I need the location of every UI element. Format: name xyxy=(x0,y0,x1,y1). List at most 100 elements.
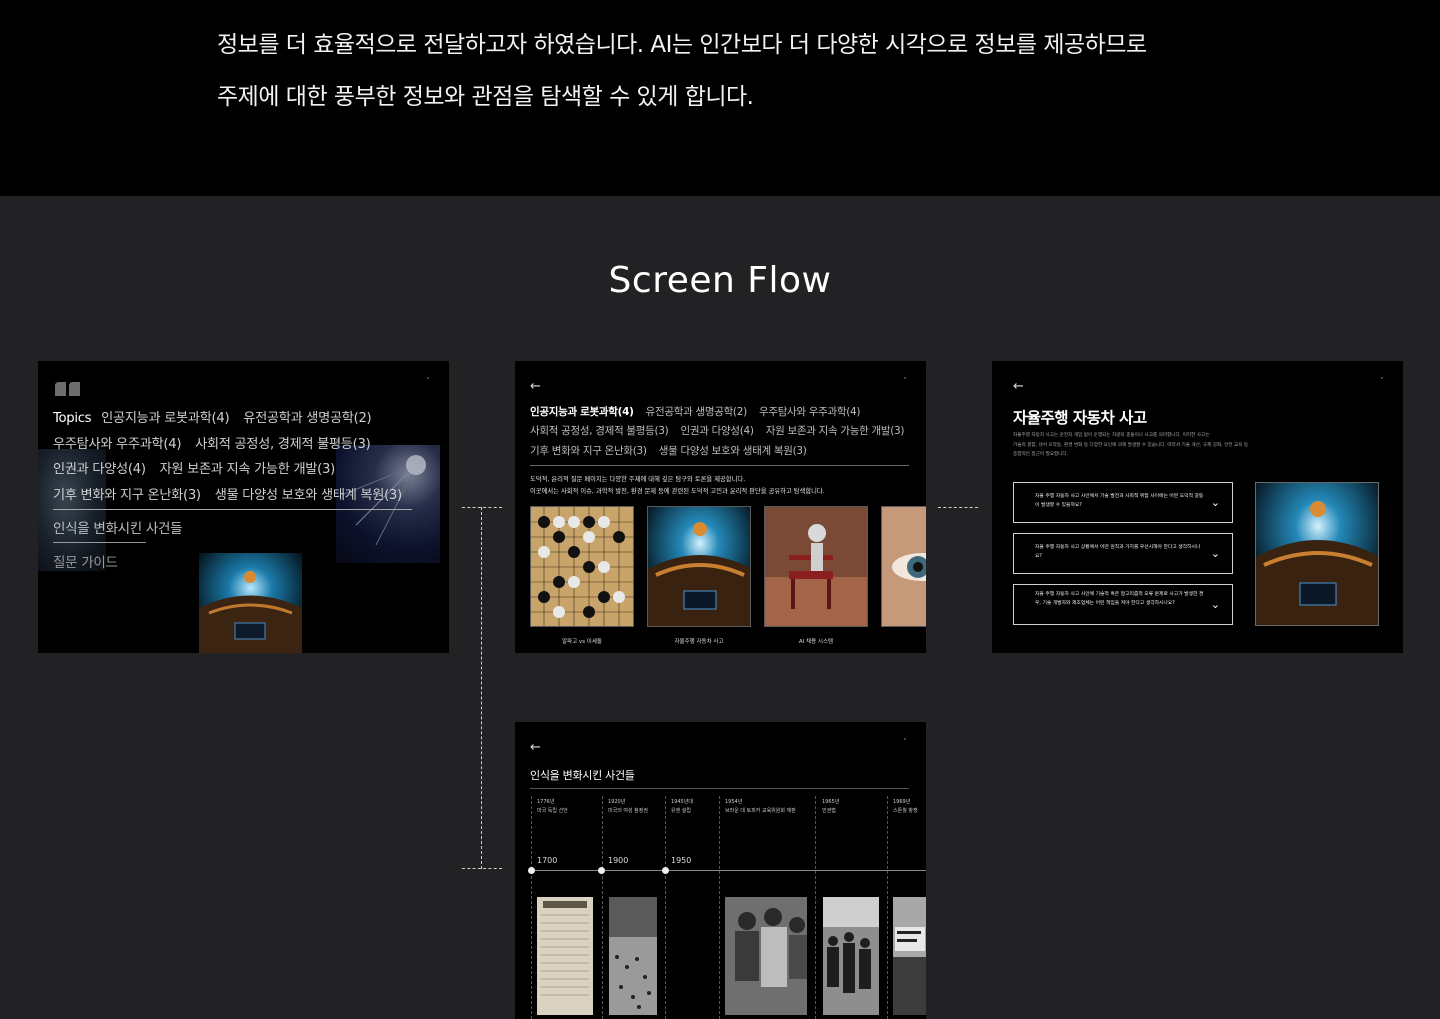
event-name: 미국 독립 선언 xyxy=(537,807,568,814)
intro-section: 정보를 더 효율적으로 전달하고자 하였습니다. AI는 인간보다 더 다양한 … xyxy=(0,0,1440,196)
event-photo-suffrage[interactable] xyxy=(609,897,657,1015)
tab-ai[interactable]: 인공지능과 로봇과학(4) xyxy=(530,406,634,418)
event-item[interactable]: 1969년스톤월 항쟁 xyxy=(893,798,918,815)
event-photo-stonewall[interactable] xyxy=(893,897,926,1015)
divider xyxy=(530,788,909,789)
case-label-ai-hiring: AI 채용 시스템 xyxy=(798,639,834,645)
tab-space[interactable]: 우주탐사와 우주과학(4) xyxy=(759,406,861,418)
timeline-guide xyxy=(531,796,532,1019)
menu-events-underline xyxy=(53,542,146,543)
quote-icon xyxy=(55,382,80,396)
question-text: 자율 주행 자동차 사고 사안에서 기술 발전과 사회적 위험 사이에는 어떤 … xyxy=(1035,494,1204,508)
timeline-tick-label: 1900 xyxy=(608,856,629,865)
description-line-1: 도덕적, 윤리적 질문 페이지는 다양한 주제에 대해 깊은 탐구와 토론을 제… xyxy=(530,476,746,483)
topic-link-genetics[interactable]: 유전공학과 생명공학(2) xyxy=(243,411,371,426)
back-arrow-icon[interactable]: ← xyxy=(530,379,541,394)
topic-link-biodiversity[interactable]: 생물 다양성 보호와 생태계 복원(3) xyxy=(215,488,402,503)
divider xyxy=(530,465,909,466)
topic-link-human-rights[interactable]: 인권과 다양성(4) xyxy=(53,462,146,477)
case-description-line-2: 기술적 결함, 센서 오작동, 환경 변화 등 다양한 요인에 의해 발생할 수… xyxy=(1013,442,1249,448)
event-item[interactable]: 1965년 민권법 xyxy=(822,798,839,815)
case-label-deepfake: 딥 xyxy=(881,637,926,645)
timeline-point[interactable] xyxy=(528,867,535,874)
tab-sustainability[interactable]: 자원 보존과 지속 가능한 개발(3) xyxy=(766,425,905,437)
event-photo-declaration[interactable] xyxy=(537,897,593,1015)
event-year: 1945년대 xyxy=(671,799,693,805)
tab-fairness[interactable]: 사회적 공정성, 경제적 불평등(3) xyxy=(530,425,669,437)
timeline-guide xyxy=(719,796,720,1019)
menu-events[interactable]: 인식을 변화시킨 사건들 xyxy=(53,517,182,537)
topics-label: Topics xyxy=(53,411,92,426)
topics-list: Topics 인공지능과 로봇과학(4) 유전공학과 생명공학(2) 우주탐사와… xyxy=(53,406,433,508)
connector-vertical xyxy=(481,507,482,869)
connector-s1-s4 xyxy=(462,868,502,869)
topics-divider xyxy=(53,509,412,510)
page-title: 자율주행 자동차 사고 xyxy=(1013,409,1147,427)
case-label-alphago: 알파고 vs 이세돌 xyxy=(562,639,602,645)
connector-s1-s2 xyxy=(462,507,502,508)
event-name: 민권법 xyxy=(822,807,836,814)
timeline-axis xyxy=(530,870,926,871)
question-accordion-2[interactable]: 자율 주행 자동차 사고 상황에서 어떤 원칙과 가치를 우선시해야 한다고 생… xyxy=(1013,533,1233,574)
timeline-guide xyxy=(602,796,603,1019)
case-description: 자율주행 자동차 사고는 운전자 개입 없이 운행되는 차량의 충돌이나 사고를… xyxy=(1013,431,1263,460)
event-photo-brown[interactable] xyxy=(725,897,807,1015)
screen-topics-home: Topics 인공지능과 로봇과학(4) 유전공학과 생명공학(2) 우주탐사와… xyxy=(38,361,449,653)
event-name: 유엔 설립 xyxy=(671,807,691,814)
case-card-deepfake[interactable] xyxy=(881,506,926,627)
topic-link-sustainability[interactable]: 자원 보존과 지속 가능한 개발(3) xyxy=(160,462,336,477)
case-card-autonomous-car[interactable] xyxy=(647,506,751,627)
timeline-guide xyxy=(815,796,816,1019)
question-accordion-1[interactable]: 자율 주행 자동차 사고 사안에서 기술 발전과 사회적 위험 사이에는 어떤 … xyxy=(1013,482,1233,523)
back-arrow-icon[interactable]: ← xyxy=(530,740,541,755)
screen-case-detail: ← 자율주행 자동차 사고 자율주행 자동차 사고는 운전자 개입 없이 운행되… xyxy=(992,361,1403,653)
event-item[interactable]: 1954년 브라운 대 토피카 교육위원회 재판 xyxy=(725,798,796,815)
chevron-down-icon: ⌄ xyxy=(1210,598,1220,611)
case-description-line-3: 종합적인 접근이 필요합니다. xyxy=(1013,452,1069,457)
case-card-ai-hiring[interactable] xyxy=(764,506,868,627)
window-dot xyxy=(904,738,906,740)
tab-human-rights[interactable]: 인권과 다양성(4) xyxy=(681,425,754,437)
screen-topic-detail: ← 인공지능과 로봇과학(4) 유전공학과 생명공학(2) 우주탐사와 우주과학… xyxy=(515,361,926,653)
case-card-alphago[interactable] xyxy=(530,506,634,627)
back-arrow-icon[interactable]: ← xyxy=(1013,379,1024,394)
case-label-autonomous-car: 자율주행 자동차 사고 xyxy=(674,639,724,645)
page-title: 인식을 변화시킨 사건들 xyxy=(530,769,635,782)
menu-question-guide[interactable]: 질문 가이드 xyxy=(53,551,118,571)
question-accordion-3[interactable]: 자율 주행 자동차 사고 사안에 기술적 혹은 알고리즘적 오류 문제로 사고가… xyxy=(1013,584,1233,625)
section-title: Screen Flow xyxy=(608,260,832,301)
screen-events-timeline: ← 인식을 변화시킨 사건들 1776년 미국 독립 선언 1920년 미국의 여성… xyxy=(515,722,926,1019)
timeline-guide xyxy=(665,796,666,1019)
background-image-car xyxy=(199,553,302,653)
tab-climate[interactable]: 기후 변화와 지구 온난화(3) xyxy=(530,445,647,457)
event-item[interactable]: 1945년대유엔 설립 xyxy=(671,798,693,815)
event-photo-civil-rights[interactable] xyxy=(823,897,879,1015)
event-year: 1920년 xyxy=(608,799,626,805)
event-name: 스톤월 항쟁 xyxy=(893,807,918,814)
timeline-point[interactable] xyxy=(598,867,605,874)
chevron-down-icon: ⌄ xyxy=(1210,547,1220,560)
timeline-tick-label: 1950 xyxy=(671,856,692,865)
chevron-down-icon: ⌄ xyxy=(1210,496,1220,509)
topic-link-space[interactable]: 우주탐사와 우주과학(4) xyxy=(53,437,181,452)
event-item[interactable]: 1776년 미국 독립 선언 xyxy=(537,798,568,815)
event-year: 1954년 xyxy=(725,799,743,805)
event-year: 1969년 xyxy=(893,799,911,805)
case-photo xyxy=(1255,482,1379,626)
description-line-2: 이곳에서는 사회적 이슈, 과학적 발전, 환경 문제 등에 관련된 도덕적 고… xyxy=(530,488,825,495)
page-description: 도덕적, 윤리적 질문 페이지는 다양한 주제에 대해 깊은 탐구와 토론을 제… xyxy=(530,474,825,498)
timeline-point[interactable] xyxy=(662,867,669,874)
tab-genetics[interactable]: 유전공학과 생명공학(2) xyxy=(646,406,748,418)
topic-link-climate[interactable]: 기후 변화와 지구 온난화(3) xyxy=(53,488,201,503)
intro-text-line-1: 정보를 더 효율적으로 전달하고자 하였습니다. AI는 인간보다 더 다양한 … xyxy=(217,32,1147,58)
window-dot xyxy=(904,377,906,379)
intro-text-line-2: 주제에 대한 풍부한 정보와 관점을 탐색할 수 있게 합니다. xyxy=(217,84,754,110)
question-text: 자율 주행 자동차 사고 상황에서 어떤 원칙과 가치를 우선시해야 한다고 생… xyxy=(1035,545,1201,559)
topic-link-fairness[interactable]: 사회적 공정성, 경제적 불평등(3) xyxy=(195,437,371,452)
tab-biodiversity[interactable]: 생물 다양성 보호와 생태계 복원(3) xyxy=(659,445,807,457)
timeline-tick-label: 1700 xyxy=(537,856,558,865)
event-item[interactable]: 1920년 미국의 여성 참정권 xyxy=(608,798,648,815)
topic-link-ai[interactable]: 인공지능과 로봇과학(4) xyxy=(101,411,229,426)
case-description-line-1: 자율주행 자동차 사고는 운전자 개입 없이 운행되는 차량의 충돌이나 사고를… xyxy=(1013,433,1210,438)
connector-s2-s3 xyxy=(938,507,978,508)
